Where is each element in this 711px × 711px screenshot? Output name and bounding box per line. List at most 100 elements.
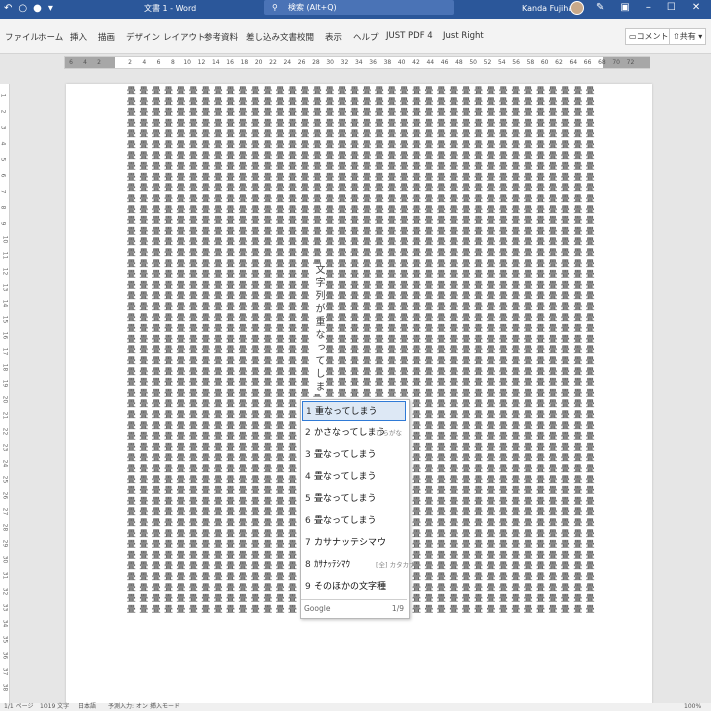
vruler-tick-label: 12 bbox=[1, 267, 9, 276]
status-mode[interactable]: 挿入モード bbox=[150, 703, 180, 711]
text-column: 畳畳畳畳畳畳畳畳畳畳畳畳畳畳畳畳畳畳畳畳畳畳畳畳畳畳畳畳畳畳畳畳畳畳畳畳畳畳畳畳… bbox=[559, 86, 570, 616]
text-column: 畳畳畳畳畳畳畳畳畳畳畳畳畳畳畳畳畳畳畳畳畳畳畳畳畳畳畳畳畳畳畳畳畳畳畳畳畳畳畳畳… bbox=[460, 86, 471, 616]
vruler-tick-label: 34 bbox=[1, 619, 9, 628]
tab-home[interactable]: ホーム bbox=[38, 31, 63, 43]
ruler-tick-label: 60 bbox=[540, 59, 549, 66]
tab-just-pdf[interactable]: JUST PDF 4 bbox=[386, 31, 433, 41]
vruler-tick-label: 9 bbox=[0, 221, 7, 226]
text-column: 畳畳畳畳畳畳畳畳畳畳畳畳畳畳畳畳畳畳畳畳畳畳畳畳畳畳畳畳畳畳畳畳畳畳畳畳畳畳畳畳… bbox=[174, 86, 185, 616]
text-column: 畳畳畳畳畳畳畳畳畳畳畳畳畳畳畳畳畳畳畳畳畳畳畳畳畳畳畳畳畳畳畳畳畳畳畳畳畳畳畳畳… bbox=[447, 86, 458, 616]
ruler-tick-label: 54 bbox=[497, 59, 506, 66]
vruler-tick-label: 3 bbox=[0, 125, 7, 130]
tab-view[interactable]: 表示 bbox=[325, 31, 342, 43]
vruler-tick-label: 28 bbox=[1, 523, 9, 532]
ime-candidate[interactable]: 5 畳なってしまう bbox=[302, 489, 406, 509]
share-icon: ⇧ bbox=[673, 32, 680, 41]
tab-help[interactable]: ヘルプ bbox=[353, 31, 379, 43]
title-bar: ↶ ○ ● ▾ 文書 1 - Word ⚲ 検索 (Alt+Q) Kanda F… bbox=[0, 0, 711, 19]
ruler-tick-label: 32 bbox=[340, 59, 349, 66]
vertical-ruler[interactable]: 1 2 3 4 5 6 7 8 9 10 11 12 13 14 15 16 17 18 19 20 21 22 23 24 2… bbox=[0, 84, 10, 704]
redo-icon[interactable]: ○ bbox=[18, 2, 27, 16]
ruler-tick-label: 26 bbox=[297, 59, 306, 66]
comment-button[interactable]: ▭コメント bbox=[625, 28, 673, 45]
share-button[interactable]: ⇧共有 ▾ bbox=[669, 28, 707, 45]
text-column: 畳畳畳畳畳畳畳畳畳畳畳畳畳畳畳畳畳畳畳畳畳畳畳畳畳畳畳畳畳畳畳畳畳畳畳畳畳畳畳畳… bbox=[484, 86, 495, 616]
status-lang[interactable]: 日本語 bbox=[78, 703, 96, 711]
undo-icon[interactable]: ↶ bbox=[4, 2, 12, 16]
tab-references[interactable]: 参考資料 bbox=[204, 31, 238, 43]
ruler-tick-label: 8 bbox=[170, 59, 175, 66]
autosave-icon[interactable]: ● bbox=[33, 2, 42, 16]
window-title: 文書 1 - Word bbox=[144, 4, 197, 13]
search-box[interactable]: ⚲ 検索 (Alt+Q) bbox=[264, 0, 454, 15]
status-words[interactable]: 1019 文字 bbox=[40, 703, 69, 711]
ruler-tick-label: 10 bbox=[183, 59, 192, 66]
tab-review[interactable]: 校閲 bbox=[297, 31, 314, 43]
ime-candidate[interactable]: 3 畳なってしまう bbox=[302, 445, 406, 465]
text-column: 畳畳畳畳畳畳畳畳畳畳畳畳畳畳畳畳畳畳畳畳畳畳畳畳畳畳畳畳畳畳畳畳畳畳畳畳畳畳畳畳… bbox=[162, 86, 173, 616]
minimize-icon[interactable]: – bbox=[646, 1, 651, 15]
tab-just-right[interactable]: Just Right bbox=[443, 31, 484, 41]
vruler-tick-label: 4 bbox=[0, 141, 7, 146]
vruler-tick-label: 18 bbox=[1, 363, 9, 372]
vruler-tick-label: 17 bbox=[1, 347, 9, 356]
horizontal-ruler[interactable]: 6 4 2 2 4 6 8 10 12 14 16 18 20 22 24 26 28 30 32 34 36 38 40 4… bbox=[64, 56, 650, 69]
ruler-tick-label: 58 bbox=[526, 59, 535, 66]
tab-mailings[interactable]: 差し込み文書 bbox=[246, 31, 297, 43]
tab-file[interactable]: ファイル bbox=[5, 31, 39, 43]
status-zoom[interactable]: 100% bbox=[684, 703, 701, 711]
text-column: 畳畳畳畳畳畳畳畳畳畳畳畳畳畳畳畳畳畳畳畳畳畳畳畳畳畳畳畳畳畳畳畳畳畳畳畳畳畳畳畳… bbox=[509, 86, 520, 616]
text-column: 畳畳畳畳畳畳畳畳畳畳畳畳畳畳畳畳畳畳畳畳畳畳畳畳畳畳畳畳畳畳畳畳畳畳畳畳畳畳畳畳… bbox=[137, 86, 148, 616]
ime-candidate[interactable]: 4 畳なってしまう bbox=[302, 467, 406, 487]
vruler-tick-label: 14 bbox=[1, 299, 9, 308]
tab-design[interactable]: デザイン bbox=[126, 31, 160, 43]
ruler-tick-label: 68 bbox=[598, 59, 606, 66]
tab-insert[interactable]: 挿入 bbox=[70, 31, 87, 43]
ruler-tick-label: 64 bbox=[569, 59, 578, 66]
ime-candidate[interactable]: 8 ｶｻﾅｯﾃｼﾏｳ [全] カタカナ bbox=[302, 555, 416, 575]
ruler-tick-label: 72 bbox=[626, 59, 635, 66]
ime-candidate[interactable]: 7 カサナッテシマウ bbox=[302, 533, 406, 553]
text-column: 畳畳畳畳畳畳畳畳畳畳畳畳畳畳畳畳畳畳畳畳畳畳畳畳畳畳畳畳畳畳畳畳畳畳畳畳畳畳畳畳… bbox=[187, 86, 198, 616]
text-column: 畳畳畳畳畳畳畳畳畳畳畳畳畳畳畳畳畳畳畳畳畳畳畳畳畳畳畳畳畳畳畳畳畳畳畳畳畳畳畳畳… bbox=[522, 86, 533, 616]
ruler-tick-label: 56 bbox=[512, 59, 520, 66]
ime-candidate[interactable]: 6 畳なってしまう bbox=[302, 511, 406, 531]
text-column: 畳畳畳畳畳畳畳畳畳畳畳畳畳畳畳畳畳畳畳畳畳畳畳畳畳畳畳畳畳畳畳畳畳畳畳畳畳畳畳畳… bbox=[236, 86, 247, 616]
tab-draw[interactable]: 描画 bbox=[98, 31, 115, 43]
ime-candidate[interactable]: 9 そのほかの文字種 bbox=[302, 577, 406, 597]
status-predict[interactable]: 予測入力: オン bbox=[108, 703, 148, 711]
vruler-tick-label: 38 bbox=[1, 683, 9, 692]
ime-candidate[interactable]: 1 重なってしまう bbox=[302, 401, 406, 421]
ruler-tick-label: 20 bbox=[254, 59, 263, 66]
quick-access-toolbar: ↶ ○ ● ▾ bbox=[4, 2, 53, 16]
text-column: 畳畳畳畳畳畳畳畳畳畳畳畳畳畳畳畳畳畳畳畳畳畳畳畳畳畳畳畳畳畳畳畳畳畳畳畳畳畳畳畳… bbox=[534, 86, 545, 616]
pen-icon[interactable]: ✎ bbox=[596, 1, 604, 15]
ruler-tick-label: 46 bbox=[440, 59, 449, 66]
ruler-tick-label: 28 bbox=[312, 59, 320, 66]
tab-layout[interactable]: レイアウト bbox=[163, 31, 206, 43]
close-icon[interactable]: ✕ bbox=[692, 1, 700, 15]
status-page[interactable]: 1/1 ページ bbox=[4, 703, 33, 711]
ruler-tick-label: 4 bbox=[142, 59, 147, 66]
ime-candidate[interactable]: 2 かさなってしまう ひらがな bbox=[302, 423, 406, 443]
window-controls: ✎ ▣ – ☐ ✕ bbox=[596, 1, 700, 15]
vruler-tick-label: 25 bbox=[1, 475, 9, 484]
customize-toolbar-icon[interactable]: ▾ bbox=[48, 2, 53, 16]
vruler-tick-label: 23 bbox=[1, 443, 9, 452]
ribbon-display-icon[interactable]: ▣ bbox=[620, 1, 629, 15]
text-column: 畳畳畳畳畳畳畳畳畳畳畳畳畳畳畳畳畳畳畳畳畳畳畳畳畳畳畳畳畳畳畳畳畳畳畳畳畳畳畳畳… bbox=[472, 86, 483, 616]
avatar[interactable] bbox=[570, 1, 584, 15]
ribbon-tabs: ファイル ホーム 挿入 描画 デザイン レイアウト 参考資料 差し込み文書 校閲… bbox=[0, 19, 711, 54]
vruler-tick-label: 10 bbox=[1, 235, 9, 244]
vruler-tick-label: 13 bbox=[1, 283, 9, 292]
text-column: 畳畳畳畳畳畳畳畳畳畳畳畳畳畳畳畳畳畳畳畳畳畳畳畳畳畳畳畳畳畳畳畳畳畳畳畳畳畳畳畳… bbox=[224, 86, 235, 616]
ime-page-indicator: 1/9 bbox=[391, 604, 404, 613]
ime-candidate-list[interactable]: 1 重なってしまう 2 かさなってしまう ひらがな 3 畳なってしまう 4 畳なってしまう… bbox=[300, 399, 416, 619]
text-column: 畳畳畳畳畳畳畳畳畳畳畳畳畳畳畳畳畳畳畳畳畳畳畳畳畳畳畳畳畳畳畳畳畳畳畳畳畳畳畳畳… bbox=[584, 86, 595, 616]
maximize-icon[interactable]: ☐ bbox=[667, 1, 676, 15]
ruler-tick-label: 42 bbox=[412, 59, 420, 66]
vruler-tick-label: 16 bbox=[1, 331, 9, 340]
vruler-tick-label: 20 bbox=[1, 395, 9, 404]
ruler-tick-label: 52 bbox=[483, 59, 492, 66]
ruler-tick-label: 14 bbox=[211, 59, 220, 66]
